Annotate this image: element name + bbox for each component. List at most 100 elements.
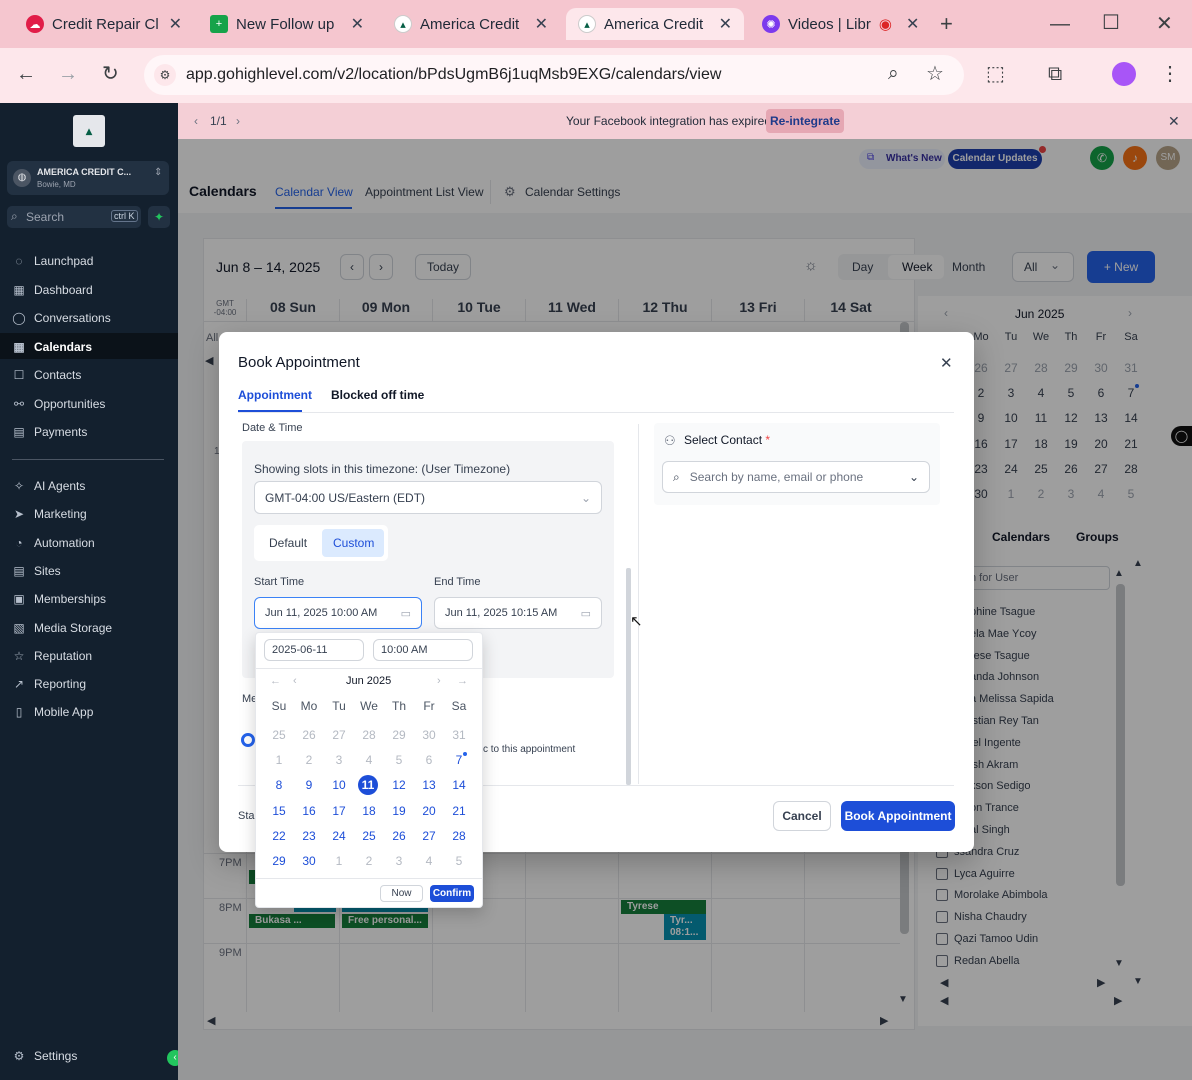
maximize-icon[interactable]: ☐ [1102,13,1120,33]
picker-day[interactable]: 8 [267,775,291,795]
picker-day[interactable]: 26 [297,725,321,745]
picker-day[interactable]: 27 [417,826,441,846]
next-year-icon[interactable]: → [457,675,468,687]
reload-icon[interactable]: ↻ [102,64,119,84]
menu-kebab-icon[interactable]: ⋮ [1160,64,1180,84]
browser-tab-2[interactable]: + New Follow up ✕ [198,8,376,40]
picker-day[interactable]: 26 [387,826,411,846]
close-icon[interactable]: ✕ [169,14,182,34]
picker-day[interactable]: 14 [447,775,471,795]
picker-day[interactable]: 3 [327,750,351,770]
book-appointment-button[interactable]: Book Appointment [841,801,955,831]
picker-day[interactable]: 13 [417,775,441,795]
picker-day[interactable]: 2 [297,750,321,770]
nav-item-media-storage[interactable]: ▧ Media Storage [12,621,112,635]
nav-item-reputation[interactable]: ☆ Reputation [12,649,92,663]
picker-day[interactable]: 28 [357,725,381,745]
close-icon[interactable]: ✕ [535,14,548,34]
extensions-icon[interactable]: ⬚ [986,64,1005,84]
picker-time-input[interactable]: 10:00 AM [373,639,473,661]
banner-next-icon[interactable]: › [236,114,240,128]
close-icon[interactable]: ✕ [906,14,919,34]
modal-left-scrollbar[interactable] [626,568,631,785]
picker-day[interactable]: 4 [417,851,441,871]
picker-day[interactable]: 5 [387,750,411,770]
picker-day[interactable]: 30 [417,725,441,745]
next-month-icon[interactable]: › [437,675,441,687]
contact-search-input[interactable]: ⌕ Search by name, email or phone ⌄ [662,461,930,493]
nav-item-dashboard[interactable]: ▦ Dashboard [12,283,92,297]
nav-item-mobile-app[interactable]: ▯ Mobile App [12,705,94,719]
url-text[interactable]: app.gohighlevel.com/v2/location/bPdsUgmB… [186,66,721,84]
picker-day[interactable]: 23 [297,826,321,846]
picker-day[interactable]: 29 [267,851,291,871]
picker-day[interactable]: 12 [387,775,411,795]
nav-item-automation[interactable]: ◔ Automation [12,536,94,550]
picker-day[interactable]: 24 [327,826,351,846]
modal-close-icon[interactable]: ✕ [940,354,953,372]
nav-item-launchpad[interactable]: ◌ Launchpad [12,254,93,268]
picker-day[interactable]: 29 [387,725,411,745]
new-tab-icon[interactable]: + [940,13,953,35]
browser-tab-1[interactable]: ☁ Credit Repair Cl ✕ [14,8,194,40]
bookmark-star-icon[interactable]: ☆ [926,64,944,84]
mode-default[interactable]: Default [269,536,307,550]
prev-month-icon[interactable]: ‹ [293,675,297,687]
nav-item-contacts[interactable]: ☐ Contacts [12,368,82,382]
picker-day[interactable]: 5 [447,851,471,871]
nav-item-ai-agents[interactable]: ✧ AI Agents [12,479,85,493]
picker-day[interactable]: 25 [267,725,291,745]
picker-day[interactable]: 9 [297,775,321,795]
confirm-button[interactable]: Confirm [430,885,474,902]
picker-date-input[interactable]: 2025-06-11 [264,639,364,661]
picker-day[interactable]: 30 [297,851,321,871]
nav-item-marketing[interactable]: ➤ Marketing [12,507,87,521]
minimize-icon[interactable]: — [1050,14,1070,34]
radio-selected[interactable] [241,733,255,747]
picker-day[interactable]: 17 [327,801,351,821]
picker-day[interactable]: 15 [267,801,291,821]
picker-day[interactable]: 25 [357,826,381,846]
nav-item-payments[interactable]: ▤ Payments [12,425,87,439]
picker-day[interactable]: 3 [387,851,411,871]
nav-item-memberships[interactable]: ▣ Memberships [12,592,106,606]
picker-day[interactable]: 16 [297,801,321,821]
nav-item-sites[interactable]: ▤ Sites [12,564,60,578]
banner-close-icon[interactable]: ✕ [1168,113,1180,130]
now-button[interactable]: Now [380,885,423,902]
nav-item-opportunities[interactable]: ⚯ Opportunities [12,397,105,411]
tab-blocked-off-time[interactable]: Blocked off time [331,388,424,402]
nav-item-conversations[interactable]: ◯ Conversations [12,311,110,325]
picker-day[interactable]: 18 [357,801,381,821]
mode-custom[interactable]: Custom [333,536,374,550]
site-info-icon[interactable]: ⚙ [154,64,176,86]
browser-tab-5[interactable]: ✺ Videos | Libr ◉ ✕ [750,8,928,40]
prev-year-icon[interactable]: ← [270,675,281,687]
quick-action-icon[interactable]: ✦ [148,206,170,228]
tab-appointment[interactable]: Appointment [238,388,312,402]
window-close-icon[interactable]: ✕ [1156,14,1173,34]
picker-day[interactable]: 10 [327,775,351,795]
picker-day[interactable]: 19 [387,801,411,821]
forward-icon[interactable]: → [58,64,78,84]
timezone-select[interactable]: GMT-04:00 US/Eastern (EDT) ⌄ [254,481,602,514]
browser-tab-3[interactable]: ▴ America Credit ✕ [382,8,560,40]
zoom-icon[interactable]: ⌕ [888,64,899,84]
picker-day[interactable]: 31 [447,725,471,745]
close-icon[interactable]: ✕ [351,14,364,34]
picker-day[interactable]: 6 [417,750,441,770]
picker-day[interactable]: 7 [447,750,471,770]
picker-day[interactable]: 2 [357,851,381,871]
browser-tab-4-active[interactable]: ▴ America Credit ✕ [566,8,744,40]
picker-day[interactable]: 1 [267,750,291,770]
picker-day[interactable]: 22 [267,826,291,846]
picker-day[interactable]: 27 [327,725,351,745]
picker-day[interactable]: 28 [447,826,471,846]
picker-month-label[interactable]: Jun 2025 [346,675,391,687]
picker-day[interactable]: 21 [447,801,471,821]
picker-day[interactable]: 4 [357,750,381,770]
close-icon[interactable]: ✕ [719,14,732,34]
profile-avatar-icon[interactable] [1112,62,1136,86]
picker-day[interactable]: 1 [327,851,351,871]
nav-item-reporting[interactable]: ↗ Reporting [12,677,86,691]
